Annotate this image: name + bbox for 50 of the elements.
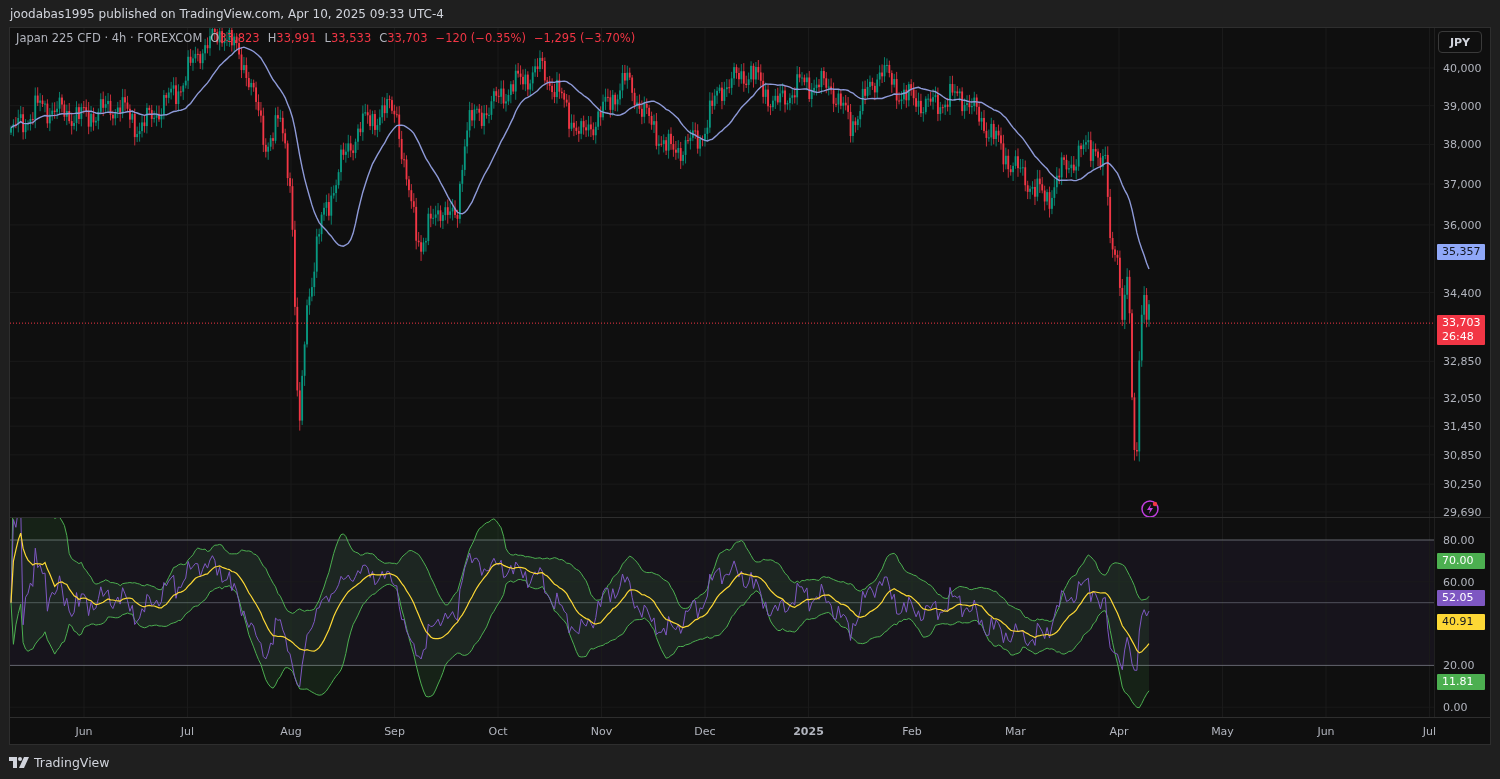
time-tick: Jul (180, 725, 195, 739)
time-tick: Oct (488, 725, 508, 739)
indicator-label: 40.91 (1437, 613, 1485, 630)
price-tick: 31,450 (1443, 419, 1482, 433)
price-tick: 32,850 (1443, 354, 1482, 368)
indicator-label: 52.05 (1437, 590, 1485, 607)
price-tick: 40,000 (1443, 61, 1482, 75)
ohlc-label: C (379, 31, 388, 45)
ohlc-value: 33,533 (331, 31, 372, 45)
symbol-title: Japan 225 CFD · 4h · FOREXCOM (16, 31, 203, 45)
price-tick: 38,000 (1443, 137, 1482, 151)
time-tick: May (1211, 725, 1234, 739)
price-tick: 29,690 (1443, 505, 1482, 519)
logo-icon (9, 756, 29, 768)
time-tick: Dec (694, 725, 716, 739)
price-tick: 30,850 (1443, 448, 1482, 462)
lightning-icon (1141, 500, 1159, 517)
brand-name: TradingView (34, 754, 110, 770)
ohlc-label: H (267, 31, 277, 45)
indicator-label: 70.00 (1437, 552, 1485, 569)
price-tick: 34,400 (1443, 286, 1482, 300)
indicator-tick: 20.00 (1443, 658, 1475, 672)
price-tick: 39,000 (1443, 99, 1482, 113)
price-tick: 36,000 (1443, 218, 1482, 232)
price-label: 33,703 26:48 (1437, 315, 1485, 346)
indicator-tick: 0.00 (1443, 700, 1468, 714)
price-change: −1,295 (−3.70%) (533, 31, 636, 45)
time-tick: Nov (590, 725, 613, 739)
indicator-tick: 60.00 (1443, 575, 1475, 589)
time-tick: Mar (1005, 725, 1026, 739)
ohlc-value: 33,703 (387, 31, 428, 45)
price-tick: 30,250 (1443, 477, 1482, 491)
currency-button[interactable]: JPY (1438, 31, 1482, 53)
time-tick: Jul (1422, 725, 1437, 739)
time-tick: Jun (75, 725, 93, 739)
ohlc-value: 33,991 (276, 31, 317, 45)
time-tick: Sep (384, 725, 405, 739)
price-change: −120 (−0.35%) (435, 31, 526, 45)
price-tick: 32,050 (1443, 391, 1482, 405)
indicator-label: 11.81 (1437, 674, 1485, 691)
time-tick: Feb (902, 725, 922, 739)
time-tick: Aug (280, 725, 302, 739)
time-tick: Apr (1109, 725, 1129, 739)
time-tick: Jun (1317, 725, 1335, 739)
price-label: 35,357 (1437, 243, 1485, 260)
price-tick: 37,000 (1443, 177, 1482, 191)
time-tick: 2025 (793, 725, 824, 739)
indicator-tick: 80.00 (1443, 533, 1475, 547)
attribution-text: joodabas1995 published on TradingView.com, Apr 10, 2025 09:33 UTC-4 (10, 6, 444, 21)
ohlc-label: L (324, 31, 331, 45)
